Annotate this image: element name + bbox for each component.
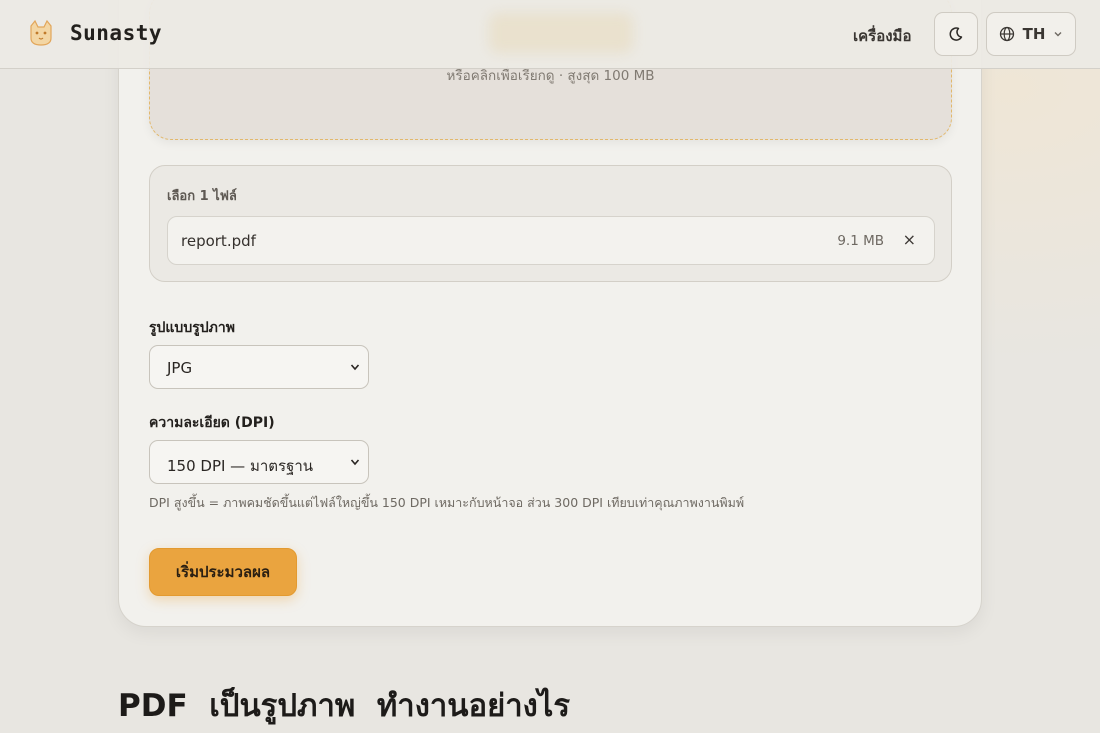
chevron-down-icon [1054,32,1062,37]
selected-files-panel: เลือก 1 ไฟล์ report.pdf 9.1 MB × [149,165,952,282]
chevron-down-icon [350,364,360,371]
file-name: report.pdf [181,232,256,250]
cat-logo-icon [30,19,52,46]
dpi-label: ความละเอียด (DPI) [149,415,275,431]
top-header: Sunasty เครื่องมือ TH [0,0,1100,69]
theme-toggle-button[interactable] [934,12,978,56]
converter-card: หรือคลิกเพื่อเรียกดู · สูงสุด 100 MB เลื… [118,0,982,627]
remove-file-icon[interactable]: × [903,230,916,249]
brand-name: Sunasty [70,21,163,45]
language-label: TH [1022,25,1046,43]
file-size: 9.1 MB [837,233,884,249]
language-selector[interactable]: TH [986,12,1076,56]
start-process-button[interactable]: เริ่มประมวลผล [149,548,297,596]
file-item: report.pdf 9.1 MB × [167,216,935,265]
dpi-select-value: 150 DPI — มาตรฐาน [167,457,314,475]
nav-tools-link[interactable]: เครื่องมือ [853,24,911,48]
dpi-select[interactable]: 150 DPI — มาตรฐาน [149,440,369,484]
format-select-value: JPG [167,359,193,377]
moon-icon [949,27,963,41]
chevron-down-icon [350,459,360,466]
dpi-help-text: DPI สูงขึ้น = ภาพคมชัดขึ้นแต่ไฟล์ใหญ่ขึ้… [149,495,745,510]
format-label: รูปแบบรูปภาพ [149,320,235,336]
brand[interactable]: Sunasty [26,18,162,48]
header-blurred-button [489,13,633,53]
globe-icon [999,26,1014,42]
selected-files-title: เลือก 1 ไฟล์ [167,189,237,204]
section-title: PDF เป็นรูปภาพ ทำงานอย่างไร [118,688,571,724]
format-select[interactable]: JPG [149,345,369,389]
